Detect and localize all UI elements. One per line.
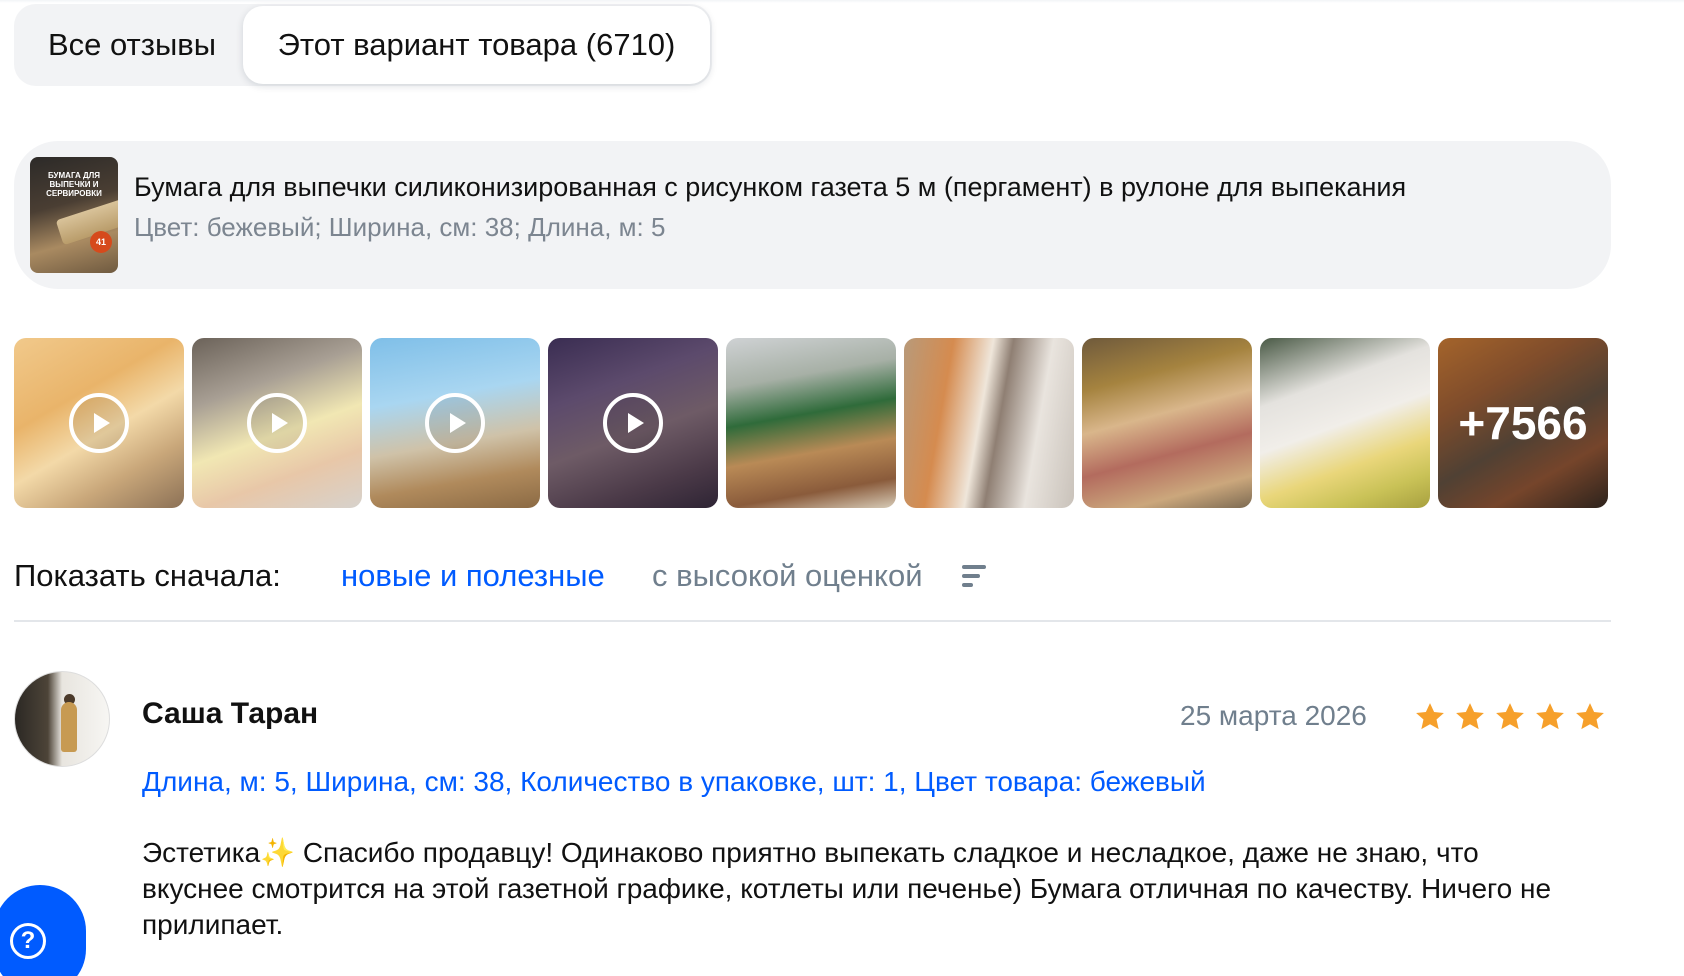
- gallery-more-count: +7566: [1438, 338, 1608, 508]
- gallery-video-3[interactable]: [370, 338, 540, 508]
- star-icon: [1536, 703, 1564, 730]
- top-separator: [0, 0, 1684, 3]
- avatar-figure: [61, 702, 77, 752]
- play-icon: [603, 393, 663, 453]
- product-variant-card[interactable]: БУМАГА ДЛЯ ВЫПЕЧКИ И СЕРВИРОВКИ 41 Бумаг…: [14, 141, 1611, 289]
- product-thumbnail-text: БУМАГА ДЛЯ ВЫПЕЧКИ И СЕРВИРОВКИ: [46, 171, 102, 198]
- review-filter-tabs: Все отзывы Этот вариант товара (6710): [14, 4, 712, 86]
- gallery-photo-4[interactable]: [1260, 338, 1430, 508]
- product-thumbnail[interactable]: БУМАГА ДЛЯ ВЫПЕЧКИ И СЕРВИРОВКИ 41: [30, 157, 118, 273]
- review-rating: [1412, 700, 1608, 734]
- review-author[interactable]: Саша Таран: [142, 697, 318, 731]
- star-icon: [1416, 703, 1444, 730]
- product-thumbnail-badge: 41: [90, 231, 112, 253]
- sort-option-high-rating[interactable]: с высокой оценкой: [652, 558, 923, 594]
- question-icon: ?: [10, 923, 46, 959]
- sort-option-new-useful[interactable]: новые и полезные: [341, 558, 605, 594]
- product-title[interactable]: Бумага для выпечки силиконизированная с …: [134, 172, 1406, 203]
- review-text: Эстетика✨ Спасибо продавцу! Одинаково пр…: [142, 837, 1552, 940]
- star-icon: [1576, 703, 1604, 730]
- gallery-more[interactable]: +7566: [1438, 338, 1608, 508]
- gallery-video-2[interactable]: [192, 338, 362, 508]
- play-icon: [247, 393, 307, 453]
- review-date: 25 марта 2026: [1180, 700, 1367, 731]
- star-icon: [1496, 703, 1524, 730]
- tab-this-variant[interactable]: Этот вариант товара (6710): [243, 6, 710, 84]
- gallery-video-1[interactable]: [14, 338, 184, 508]
- sort-controls: Показать сначала: новые и полезные с выс…: [14, 556, 1611, 600]
- sort-icon[interactable]: [962, 565, 986, 587]
- review-variant-specs[interactable]: Длина, м: 5, Ширина, см: 38, Количество …: [142, 766, 1206, 798]
- tab-all-reviews[interactable]: Все отзывы: [22, 6, 242, 84]
- play-icon: [425, 393, 485, 453]
- gallery-photo-2[interactable]: [904, 338, 1074, 508]
- sort-label: Показать сначала:: [14, 558, 281, 593]
- product-variant-params: Цвет: бежевый; Ширина, см: 38; Длина, м:…: [134, 212, 666, 242]
- divider: [14, 620, 1611, 622]
- gallery-photo-3[interactable]: [1082, 338, 1252, 508]
- review-media-gallery: +7566: [14, 338, 1611, 508]
- avatar[interactable]: [14, 671, 110, 767]
- gallery-video-4[interactable]: [548, 338, 718, 508]
- play-icon: [69, 393, 129, 453]
- help-button[interactable]: ?: [0, 885, 86, 976]
- gallery-photo-1[interactable]: [726, 338, 896, 508]
- star-icon: [1456, 703, 1484, 730]
